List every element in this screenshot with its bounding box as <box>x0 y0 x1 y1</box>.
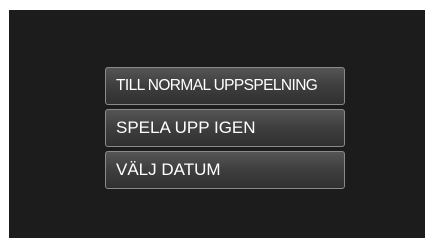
playback-menu: TILL NORMAL UPPSPELNING SPELA UPP IGEN V… <box>105 67 345 193</box>
select-date-button[interactable]: VÄLJ DATUM <box>105 151 345 189</box>
playback-screen: TILL NORMAL UPPSPELNING SPELA UPP IGEN V… <box>9 10 425 238</box>
normal-playback-button[interactable]: TILL NORMAL UPPSPELNING <box>105 67 345 105</box>
replay-button[interactable]: SPELA UPP IGEN <box>105 109 345 147</box>
